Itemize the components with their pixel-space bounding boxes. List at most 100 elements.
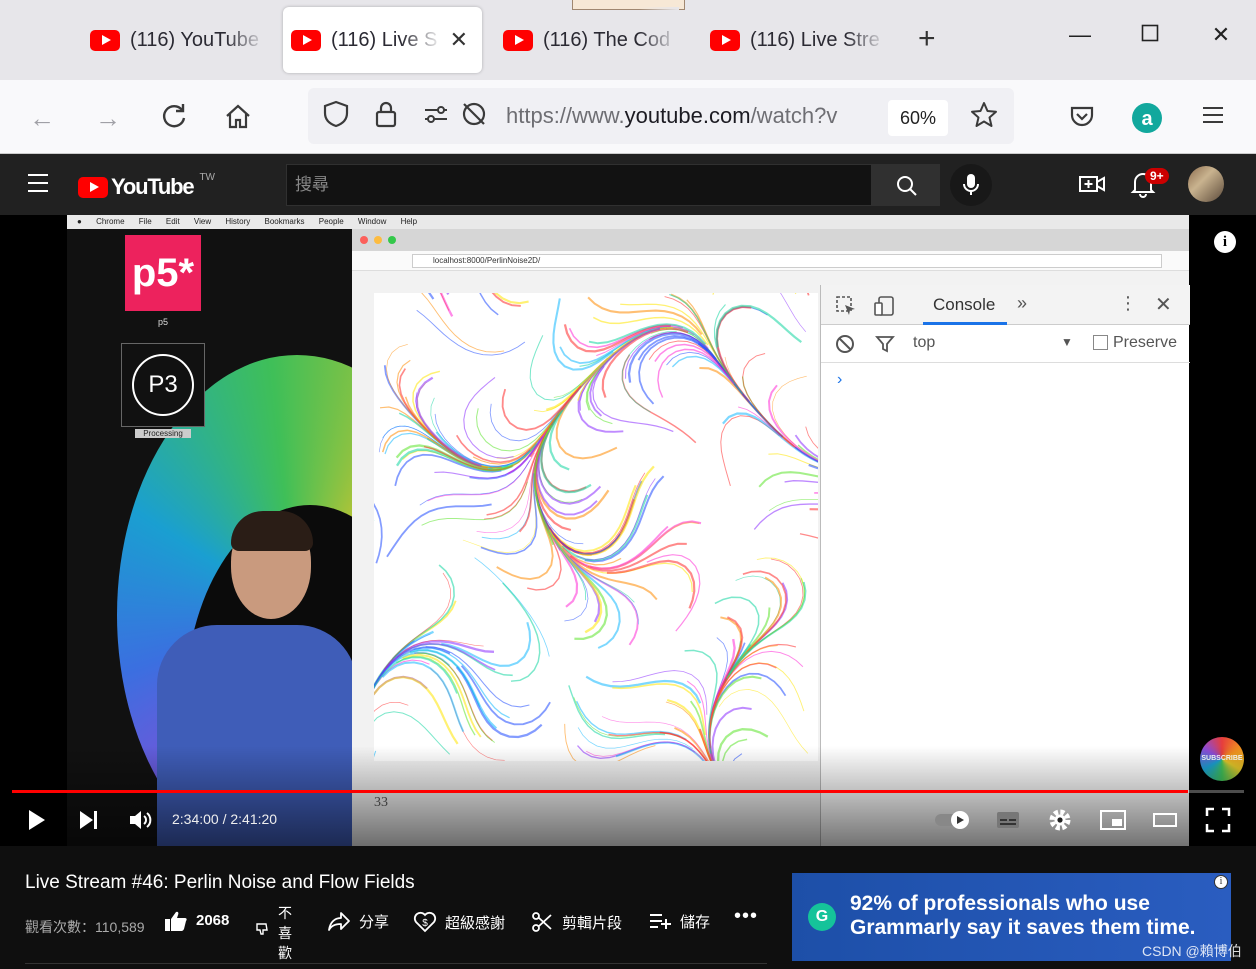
- info-card-icon[interactable]: i: [1214, 231, 1236, 253]
- like-thumb-icon[interactable]: [164, 910, 188, 932]
- home-icon[interactable]: [222, 102, 254, 134]
- flow-stroke: [374, 675, 428, 696]
- flow-stroke: [794, 446, 818, 463]
- close-tab-icon[interactable]: ✕: [450, 27, 468, 53]
- autoplay-toggle-icon: [935, 811, 969, 829]
- url-text[interactable]: https://www.youtube.com/watch?v: [506, 103, 876, 129]
- browser-nav-bar: ← → https://www.youtube.com/watch?v 60% …: [0, 80, 1256, 154]
- miniplayer-button[interactable]: [1099, 807, 1127, 833]
- play-icon: [29, 810, 45, 830]
- progress-bar[interactable]: [12, 790, 1244, 793]
- flow-stroke: [585, 675, 702, 704]
- zoom-level-button[interactable]: 60%: [888, 100, 948, 136]
- volume-icon: [130, 811, 152, 829]
- fullscreen-button[interactable]: [1205, 807, 1231, 833]
- super-thanks-label: 超級感謝: [445, 914, 506, 932]
- flow-stroke: [799, 533, 818, 539]
- bookmark-star-icon[interactable]: [968, 100, 1000, 132]
- share-label: 分享: [359, 913, 390, 931]
- gear-icon: [1049, 809, 1071, 831]
- browser-tab-active[interactable]: (116) Live S ✕: [283, 7, 482, 73]
- reload-icon[interactable]: [158, 102, 190, 134]
- menu-hamburger-icon[interactable]: [1197, 102, 1229, 134]
- autoplay-blocked-icon[interactable]: [458, 100, 490, 132]
- dislike-label[interactable]: 不喜歡: [277, 903, 293, 963]
- flow-stroke: [569, 542, 687, 572]
- like-count[interactable]: 2068: [196, 912, 229, 929]
- share-arrow-icon: [328, 912, 350, 931]
- search-icon: [897, 176, 917, 196]
- create-video-icon[interactable]: [1078, 170, 1108, 200]
- flow-stroke: [529, 335, 591, 401]
- flow-stroke: [780, 293, 807, 333]
- inspect-element-icon: [836, 296, 855, 315]
- ad-text: 92% of professionals who use Grammarly s…: [850, 892, 1196, 940]
- share-button[interactable]: 分享: [327, 910, 389, 932]
- permissions-icon[interactable]: [420, 100, 452, 132]
- flow-stroke: [712, 293, 797, 295]
- inner-address-bar: localhost:8000/PerlinNoise2D/: [352, 251, 1189, 271]
- voice-search-button[interactable]: [950, 164, 992, 206]
- scissors-icon: [532, 912, 552, 932]
- preserve-checkbox: [1093, 335, 1108, 350]
- mute-button[interactable]: [128, 807, 154, 833]
- autoplay-toggle[interactable]: [933, 807, 973, 833]
- account-avatar[interactable]: [1188, 166, 1224, 202]
- dislike-thumb-icon[interactable]: [255, 922, 269, 936]
- flow-stroke: [428, 293, 435, 300]
- flow-stroke: [568, 685, 666, 740]
- time-display: 2:34:00 / 2:41:20: [172, 811, 278, 827]
- clip-button[interactable]: 剪輯片段: [530, 910, 622, 934]
- browser-tab[interactable]: (116) Live Stre: [702, 7, 886, 73]
- save-playlist-icon: [650, 914, 671, 929]
- ad-info-icon[interactable]: i: [1214, 875, 1228, 889]
- close-window-icon[interactable]: ✕: [1201, 22, 1241, 48]
- flow-field-canvas: [374, 293, 818, 761]
- menu-item: Chrome: [96, 217, 125, 226]
- super-thanks-button[interactable]: $ 超級感謝: [413, 910, 505, 934]
- maximize-icon[interactable]: [1130, 22, 1170, 48]
- devtools-menu-icon: ⋮: [1119, 293, 1137, 313]
- flow-stroke: [573, 697, 680, 738]
- device-toolbar-icon: [874, 296, 894, 316]
- flow-stroke: [386, 503, 492, 558]
- forward-arrow-icon[interactable]: →: [92, 102, 124, 134]
- tracking-shield-icon[interactable]: [320, 100, 352, 132]
- captions-icon: [997, 812, 1019, 828]
- new-tab-plus-icon[interactable]: +: [918, 24, 936, 54]
- flow-stroke: [646, 554, 701, 632]
- settings-button[interactable]: [1047, 807, 1073, 833]
- youtube-home-logo[interactable]: YouTube TW: [78, 172, 215, 200]
- more-actions-icon[interactable]: •••: [734, 905, 758, 928]
- address-bar[interactable]: https://www.youtube.com/watch?v 60%: [308, 88, 1014, 144]
- next-video-button[interactable]: [78, 807, 100, 833]
- back-arrow-icon[interactable]: ←: [26, 102, 58, 134]
- guide-menu-icon[interactable]: [28, 174, 48, 198]
- svg-text:$: $: [422, 918, 428, 929]
- flow-stroke: [425, 646, 530, 708]
- extension-a-icon[interactable]: a: [1131, 102, 1163, 134]
- menu-item: People: [318, 217, 344, 226]
- video-player[interactable]: ● Chrome File Edit View History Bookmark…: [0, 215, 1256, 846]
- browser-tab[interactable]: (116) The Cod: [495, 7, 679, 73]
- save-button[interactable]: 儲存: [648, 910, 710, 932]
- flow-stroke: [472, 399, 571, 465]
- menu-item: Window: [357, 217, 387, 226]
- inner-chrome-tabs: [352, 229, 1189, 251]
- browser-tab[interactable]: (116) YouTube: [82, 7, 266, 73]
- subtitles-button[interactable]: [995, 807, 1021, 833]
- menu-item: Help: [400, 217, 418, 226]
- search-button[interactable]: [872, 164, 940, 206]
- flow-stroke: [718, 689, 809, 754]
- divider: [25, 963, 767, 964]
- pocket-icon[interactable]: [1066, 102, 1098, 134]
- play-button[interactable]: [26, 807, 48, 833]
- flow-stroke: [708, 644, 778, 739]
- theater-mode-button[interactable]: [1152, 807, 1178, 833]
- console-tab: Console: [933, 295, 996, 314]
- minimize-icon[interactable]: —: [1060, 22, 1100, 48]
- search-input[interactable]: 搜尋: [286, 164, 872, 206]
- flow-stroke: [621, 354, 697, 444]
- lock-icon[interactable]: [370, 100, 402, 132]
- flow-stroke: [724, 356, 804, 454]
